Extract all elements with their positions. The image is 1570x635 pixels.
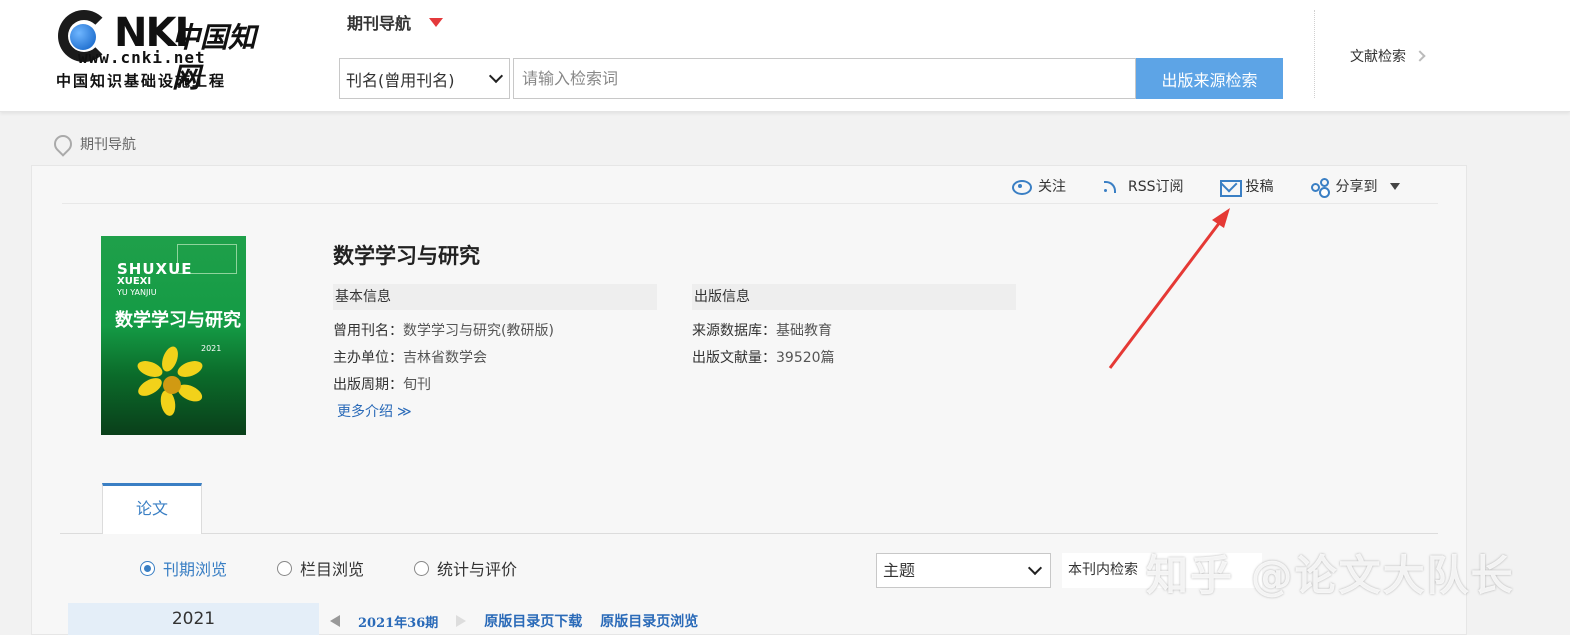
cover-line2: XUEXI — [117, 276, 152, 287]
cycle-row: 出版周期：旬刊 — [333, 372, 657, 399]
mail-icon — [1219, 177, 1242, 197]
breadcrumb-item-journal-nav[interactable]: 期刊导航 — [80, 134, 136, 154]
location-pin-icon — [54, 135, 68, 153]
double-chevron-down-icon: ≫ — [397, 404, 412, 420]
radio-column-browse[interactable]: 栏目浏览 — [277, 556, 364, 580]
sponsor-label: 主办单位： — [333, 350, 403, 366]
submit-manuscript-button[interactable]: 投稿 — [1219, 176, 1274, 197]
former-name-row: 曾用刊名：数学学习与研究(教研版) — [333, 318, 657, 345]
former-name-value: 数学学习与研究(教研版) — [403, 323, 554, 339]
caret-down-icon — [1389, 182, 1400, 190]
column-browse-label: 栏目浏览 — [300, 560, 365, 579]
eye-icon — [1012, 177, 1032, 195]
search-type-select[interactable]: 刊名(曾用刊名) — [339, 58, 510, 99]
journal-nav-dropdown[interactable]: 期刊导航 — [347, 10, 444, 34]
toc-download-link[interactable]: 原版目录页下载 — [484, 611, 582, 631]
triangle-down-icon — [429, 17, 444, 27]
rss-button[interactable]: RSS订阅 — [1102, 176, 1184, 196]
literature-search-link[interactable]: 文献检索 — [1350, 46, 1426, 66]
cycle-value: 旬刊 — [403, 377, 431, 393]
issue-navigation: 2021年36期 原版目录页下载 原版目录页浏览 — [330, 611, 698, 631]
share-icon — [1310, 177, 1329, 195]
source-db-row: 来源数据库：基础教育 — [692, 318, 1016, 345]
cnki-logo[interactable]: NKI 中国知网 www.cnki.net 中国知识基础设施工程 — [56, 10, 276, 94]
sponsor-row: 主办单位：吉林省数学会 — [333, 345, 657, 372]
source-search-button[interactable]: 出版来源检索 — [1136, 58, 1283, 99]
publish-info-heading: 出版信息 — [692, 284, 1016, 310]
publish-count-row: 出版文献量：39520篇 — [692, 345, 1016, 372]
stats-eval-label: 统计与评价 — [437, 560, 518, 579]
former-name-label: 曾用刊名： — [333, 323, 403, 339]
next-issue-icon[interactable] — [456, 615, 467, 627]
topic-select[interactable]: 主题 — [876, 553, 1051, 588]
follow-label: 关注 — [1038, 179, 1066, 195]
journal-title: 数学学习与研究 — [333, 244, 480, 268]
cover-title: 数学学习与研究 — [115, 310, 241, 331]
submit-label: 投稿 — [1245, 179, 1274, 195]
basic-info-heading: 基本信息 — [333, 284, 657, 310]
logo-url: www.cnki.net — [78, 48, 206, 67]
tab-underline — [60, 533, 1438, 534]
more-intro-label: 更多介绍 — [337, 404, 393, 420]
share-dropdown[interactable]: 分享到 — [1310, 176, 1400, 196]
rss-label: RSS订阅 — [1128, 179, 1184, 195]
literature-search-label: 文献检索 — [1350, 49, 1406, 65]
radio-icon — [277, 560, 293, 576]
follow-button[interactable]: 关注 — [1012, 176, 1066, 196]
action-divider — [62, 203, 1438, 204]
search-input[interactable]: 请输入检索词 — [513, 58, 1136, 99]
basic-info-section: 基本信息 曾用刊名：数学学习与研究(教研版) 主办单位：吉林省数学会 出版周期：… — [333, 284, 657, 426]
issue-browse-label: 刊期浏览 — [163, 560, 228, 579]
search-type-value: 刊名(曾用刊名) — [346, 70, 455, 90]
share-label: 分享到 — [1335, 179, 1378, 195]
action-bar: 关注 RSS订阅 投稿 分享到 — [1012, 176, 1400, 197]
prev-issue-icon[interactable] — [330, 615, 340, 627]
browse-mode-group: 刊期浏览 栏目浏览 统计与评价 — [140, 556, 517, 580]
watermark-text: 知乎 @论文大队长 — [1146, 551, 1515, 600]
source-db-label: 来源数据库： — [692, 323, 776, 339]
cover-line3: YU YANJIU — [117, 288, 157, 297]
radio-issue-browse[interactable]: 刊期浏览 — [140, 556, 227, 580]
header-divider — [1314, 10, 1315, 98]
radio-stats-eval[interactable]: 统计与评价 — [414, 556, 517, 580]
globe-icon — [70, 24, 96, 50]
chevron-right-icon — [1414, 50, 1426, 62]
source-search-bar: 刊名(曾用刊名) 请输入检索词 出版来源检索 — [339, 58, 1283, 99]
breadcrumb: 期刊导航 — [54, 134, 136, 154]
radio-selected-icon — [140, 560, 155, 576]
publish-info-section: 出版信息 来源数据库：基础教育 出版文献量：39520篇 — [692, 284, 1016, 372]
source-db-value: 基础教育 — [776, 323, 832, 339]
more-intro-link[interactable]: 更多介绍 ≫ — [333, 399, 657, 426]
cycle-label: 出版周期： — [333, 377, 403, 393]
journal-nav-label: 期刊导航 — [347, 14, 412, 33]
toc-view-link[interactable]: 原版目录页浏览 — [600, 611, 698, 631]
chevron-down-icon — [1027, 560, 1043, 576]
chevron-down-icon — [488, 68, 504, 84]
current-issue[interactable]: 2021年36期 — [358, 612, 438, 631]
publish-count-label: 出版文献量： — [692, 350, 776, 366]
rss-icon — [1102, 177, 1120, 195]
publish-count-value: 39520篇 — [776, 350, 835, 366]
radio-icon — [414, 560, 430, 576]
tab-paper[interactable]: 论文 — [102, 483, 202, 534]
logo-subtitle: 中国知识基础设施工程 — [56, 72, 227, 90]
top-header: NKI 中国知网 www.cnki.net 中国知识基础设施工程 期刊导航 刊名… — [0, 0, 1570, 112]
journal-cover-image[interactable]: SHUXUE XUEXI YU YANJIU 数学学习与研究 2021 — [101, 236, 246, 435]
sponsor-value: 吉林省数学会 — [403, 350, 487, 366]
flower-image — [133, 344, 213, 418]
topic-select-value: 主题 — [883, 561, 916, 580]
year-item-2021[interactable]: 2021 — [68, 603, 319, 635]
